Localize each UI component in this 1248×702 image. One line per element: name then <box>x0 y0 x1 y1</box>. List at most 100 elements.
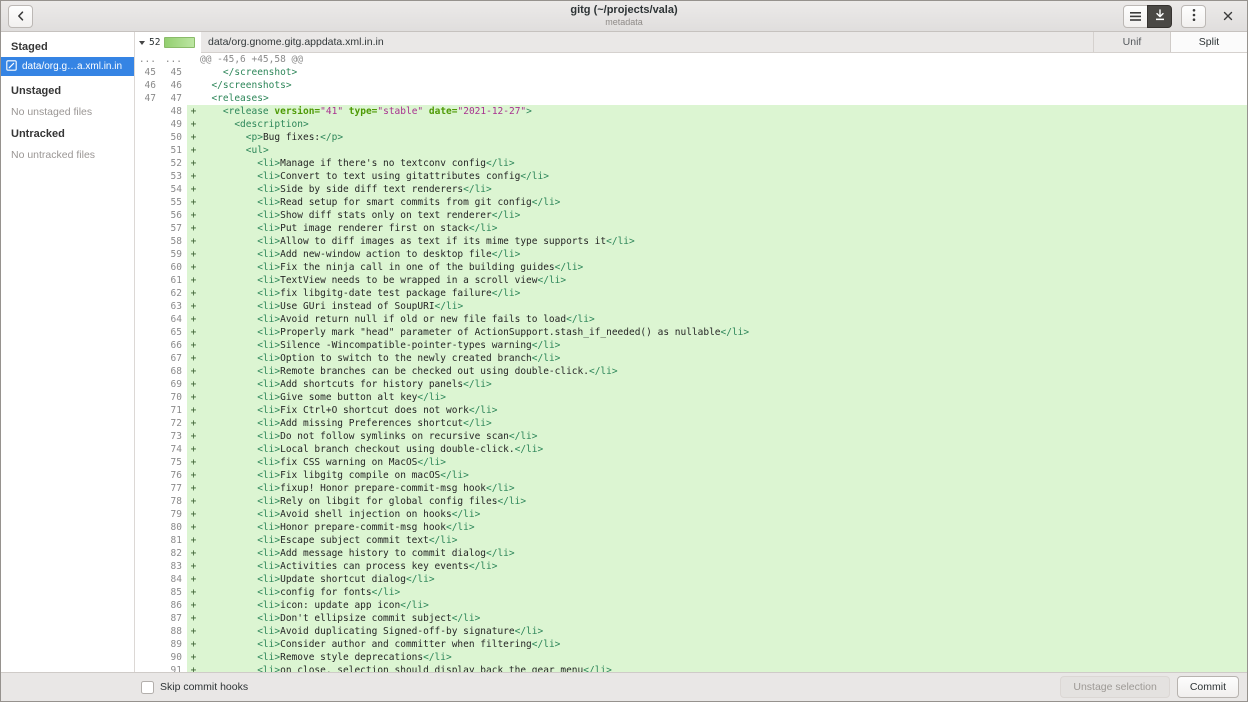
diff-added-line[interactable]: 85+ <li>config for fonts</li> <box>135 586 1247 599</box>
diff-added-line[interactable]: 68+ <li>Remote branches can be checked o… <box>135 365 1247 378</box>
diff-content[interactable]: ......@@ -45,6 +45,58 @@4545 </screensho… <box>135 53 1247 672</box>
diff-added-line[interactable]: 72+ <li>Add missing Preferences shortcut… <box>135 417 1247 430</box>
diff-added-line[interactable]: 74+ <li>Local branch checkout using doub… <box>135 443 1247 456</box>
diff-added-line[interactable]: 75+ <li>fix CSS warning on MacOS</li> <box>135 456 1247 469</box>
view-unif-button[interactable]: Unif <box>1093 32 1170 52</box>
diff-added-line[interactable]: 82+ <li>Add message history to commit di… <box>135 547 1247 560</box>
old-line-number <box>135 391 161 404</box>
old-line-number <box>135 534 161 547</box>
commit-save-button[interactable] <box>1147 5 1172 28</box>
diff-added-line[interactable]: 81+ <li>Escape subject commit text</li> <box>135 534 1247 547</box>
diff-added-line[interactable]: 70+ <li>Give some button alt key</li> <box>135 391 1247 404</box>
diff-line-marker: + <box>187 274 200 287</box>
diff-context-line[interactable]: 4747 <releases> <box>135 92 1247 105</box>
unstaged-heading: Unstaged <box>1 76 134 101</box>
diff-added-line[interactable]: 52+ <li>Manage if there's no textconv co… <box>135 157 1247 170</box>
back-button[interactable] <box>8 5 33 28</box>
diff-added-line[interactable]: 53+ <li>Convert to text using gitattribu… <box>135 170 1247 183</box>
commit-button[interactable]: Commit <box>1177 676 1239 698</box>
diff-line-marker: + <box>187 144 200 157</box>
diff-added-line[interactable]: 48+ <release version="41" type="stable" … <box>135 105 1247 118</box>
diff-line-marker <box>187 53 200 66</box>
diff-added-line[interactable]: 59+ <li>Add new-window action to desktop… <box>135 248 1247 261</box>
diff-view-toggle: Unif Split <box>1093 32 1247 52</box>
diff-added-line[interactable]: 80+ <li>Honor prepare-commit-msg hook</l… <box>135 521 1247 534</box>
diff-added-line[interactable]: 64+ <li>Avoid return null if old or new … <box>135 313 1247 326</box>
diff-line-marker: + <box>187 547 200 560</box>
diff-added-line[interactable]: 83+ <li>Activities can process key event… <box>135 560 1247 573</box>
diff-added-line[interactable]: 56+ <li>Show diff stats only on text ren… <box>135 209 1247 222</box>
diff-line-content: <li>Side by side diff text renderers</li… <box>200 183 1247 196</box>
old-line-number <box>135 482 161 495</box>
diff-line-content: <li>Fix libgitg compile on macOS</li> <box>200 469 1247 482</box>
diff-line-content: <li>Show diff stats only on text rendere… <box>200 209 1247 222</box>
diff-added-line[interactable]: 89+ <li>Consider author and committer wh… <box>135 638 1247 651</box>
diff-line-marker: + <box>187 482 200 495</box>
diff-line-marker: + <box>187 560 200 573</box>
diff-added-line[interactable]: 73+ <li>Do not follow symlinks on recurs… <box>135 430 1247 443</box>
menu-button[interactable] <box>1181 5 1206 28</box>
old-line-number <box>135 638 161 651</box>
diff-added-line[interactable]: 51+ <ul> <box>135 144 1247 157</box>
diff-line-content: <li>TextView needs to be wrapped in a sc… <box>200 274 1247 287</box>
diff-added-line[interactable]: 55+ <li>Read setup for smart commits fro… <box>135 196 1247 209</box>
diff-context-line[interactable]: 4646 </screenshots> <box>135 79 1247 92</box>
view-split-button[interactable]: Split <box>1170 32 1247 52</box>
diff-context-line[interactable]: 4545 </screenshot> <box>135 66 1247 79</box>
diff-added-line[interactable]: 91+ <li>on close, selection should displ… <box>135 664 1247 672</box>
added-lines-count: 52 <box>149 37 160 48</box>
diff-added-line[interactable]: 58+ <li>Allow to diff images as text if … <box>135 235 1247 248</box>
diff-added-line[interactable]: 57+ <li>Put image renderer first on stac… <box>135 222 1247 235</box>
unstage-selection-button[interactable]: Unstage selection <box>1060 676 1169 698</box>
diff-added-line[interactable]: 62+ <li>fix libgitg-date test package fa… <box>135 287 1247 300</box>
diff-added-line[interactable]: 65+ <li>Properly mark "head" parameter o… <box>135 326 1247 339</box>
diff-added-line[interactable]: 60+ <li>Fix the ninja call in one of the… <box>135 261 1247 274</box>
close-button[interactable] <box>1215 5 1240 28</box>
diff-line-marker: + <box>187 625 200 638</box>
new-line-number: 57 <box>161 222 187 235</box>
diff-line-marker: + <box>187 157 200 170</box>
expander-icon[interactable] <box>139 41 145 45</box>
diff-added-line[interactable]: 69+ <li>Add shortcuts for history panels… <box>135 378 1247 391</box>
new-line-number: 90 <box>161 651 187 664</box>
diff-added-line[interactable]: 61+ <li>TextView needs to be wrapped in … <box>135 274 1247 287</box>
sidebar-item-staged-file[interactable]: data/org.g…a.xml.in.in <box>1 57 134 76</box>
diff-line-marker: + <box>187 378 200 391</box>
diff-added-line[interactable]: 87+ <li>Don't ellipsize commit subject</… <box>135 612 1247 625</box>
diff-added-line[interactable]: 86+ <li>icon: update app icon</li> <box>135 599 1247 612</box>
diff-added-line[interactable]: 79+ <li>Avoid shell injection on hooks</… <box>135 508 1247 521</box>
diff-added-line[interactable]: 84+ <li>Update shortcut dialog</li> <box>135 573 1247 586</box>
diff-added-line[interactable]: 67+ <li>Option to switch to the newly cr… <box>135 352 1247 365</box>
diff-line-content: <li>Add message history to commit dialog… <box>200 547 1247 560</box>
diff-line-marker <box>187 92 200 105</box>
diff-line-content: <li>Option to switch to the newly create… <box>200 352 1247 365</box>
new-line-number: 84 <box>161 573 187 586</box>
diff-added-line[interactable]: 77+ <li>fixup! Honor prepare-commit-msg … <box>135 482 1247 495</box>
commit-buttons: Unstage selection Commit <box>1060 676 1239 698</box>
diff-added-line[interactable]: 88+ <li>Avoid duplicating Signed-off-by … <box>135 625 1247 638</box>
new-line-number: 49 <box>161 118 187 131</box>
diff-file-header: 52 data/org.gnome.gitg.appdata.xml.in.in… <box>135 32 1247 53</box>
save-commit-icon <box>1154 9 1166 24</box>
old-line-number <box>135 287 161 300</box>
diff-added-line[interactable]: 49+ <description> <box>135 118 1247 131</box>
untracked-empty-label: No untracked files <box>1 144 134 162</box>
new-line-number: 66 <box>161 339 187 352</box>
new-line-number: 50 <box>161 131 187 144</box>
diff-added-line[interactable]: 50+ <p>Bug fixes:</p> <box>135 131 1247 144</box>
new-line-number: 71 <box>161 404 187 417</box>
diff-added-line[interactable]: 78+ <li>Rely on libgit for global config… <box>135 495 1247 508</box>
list-view-button[interactable] <box>1123 5 1148 28</box>
skip-commit-hooks-checkbox[interactable] <box>141 681 154 694</box>
diff-line-content: <li>Silence -Wincompatible-pointer-types… <box>200 339 1247 352</box>
diff-added-line[interactable]: 63+ <li>Use GUri instead of SoupURI</li> <box>135 300 1247 313</box>
header-bar: gitg (~/projects/vala) metadata <box>1 1 1247 32</box>
diff-added-line[interactable]: 54+ <li>Side by side diff text renderers… <box>135 183 1247 196</box>
diff-added-line[interactable]: 71+ <li>Fix Ctrl+O shortcut does not wor… <box>135 404 1247 417</box>
diff-hunk-header-row[interactable]: ......@@ -45,6 +45,58 @@ <box>135 53 1247 66</box>
new-line-number: 75 <box>161 456 187 469</box>
diff-added-line[interactable]: 90+ <li>Remove style deprecations</li> <box>135 651 1247 664</box>
old-line-number <box>135 157 161 170</box>
diff-added-line[interactable]: 66+ <li>Silence -Wincompatible-pointer-t… <box>135 339 1247 352</box>
diff-added-line[interactable]: 76+ <li>Fix libgitg compile on macOS</li… <box>135 469 1247 482</box>
